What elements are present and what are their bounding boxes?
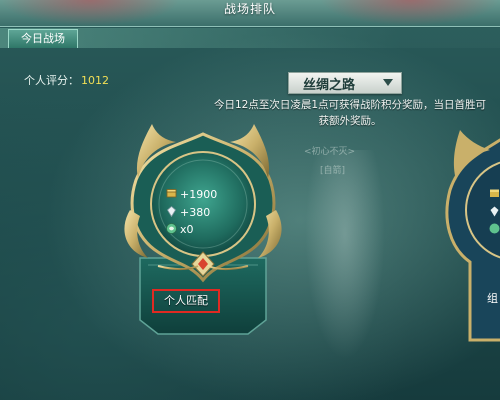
- solo-match-card[interactable]: +1900 +380 x0: [118, 120, 288, 350]
- personal-score-value: 1012: [81, 74, 109, 87]
- crystal-icon: [166, 206, 177, 217]
- team-coin-chest-icon: [490, 189, 499, 197]
- battlefield-route-select[interactable]: 丝绸之路: [288, 72, 402, 94]
- jade-orb-icon: [166, 223, 177, 234]
- card-emblem-frame: [124, 124, 282, 335]
- background-guild-tag: <初心不灭>: [304, 147, 356, 157]
- solo-match-button[interactable]: 个人匹配: [152, 289, 220, 313]
- window-title: 战场排队: [223, 2, 276, 16]
- team-match-card[interactable]: [430, 130, 500, 380]
- team-crystal-icon: [490, 206, 499, 217]
- battlefield-queue-screen: 战场排队 今日战场 <初心不灭> [自箭] 个人评分： 1012 丝绸之路 今日1…: [0, 0, 500, 400]
- chevron-down-icon[interactable]: [383, 79, 393, 86]
- route-select-value: 丝绸之路: [303, 78, 356, 93]
- team-card-emblem-frame: [445, 130, 500, 342]
- personal-score: 个人评分： 1012: [24, 72, 109, 88]
- coin-chest-icon: [166, 189, 177, 198]
- team-jade-orb-icon: [489, 223, 500, 234]
- reward-jade-value: x0: [180, 223, 194, 236]
- background-name-tag: [自箭]: [320, 166, 346, 176]
- personal-score-label: 个人评分：: [24, 74, 79, 87]
- reward-crystal-value: +380: [180, 206, 211, 219]
- tab-today-battlefield[interactable]: 今日战场: [8, 29, 78, 48]
- reward-coins-value: +1900: [180, 188, 218, 201]
- team-match-button[interactable]: 组: [487, 290, 498, 306]
- background-character: [305, 150, 385, 360]
- top-banner: 战场排队: [0, 0, 500, 27]
